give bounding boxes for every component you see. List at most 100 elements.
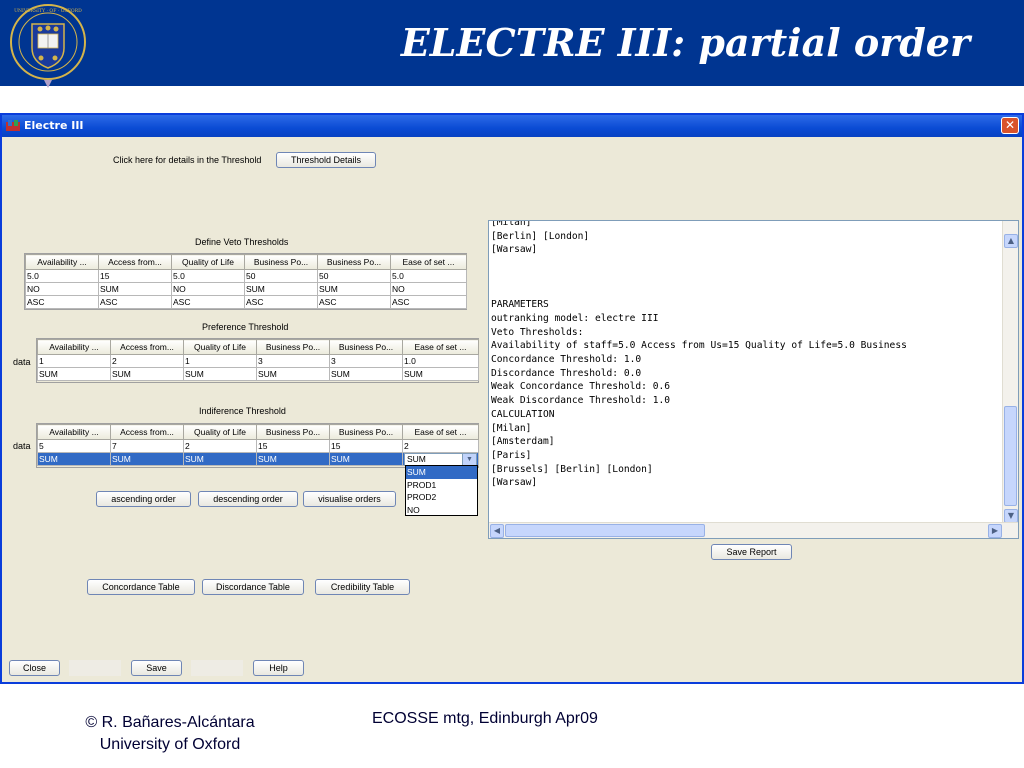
table-cell[interactable]: SUM [98,282,172,296]
horizontal-scroll-thumb[interactable] [505,524,705,537]
report-text[interactable]: [Milan] [Berlin] [London] [Warsaw] PARAM… [491,221,907,490]
table-cell[interactable]: ASC [317,295,391,309]
table-cell[interactable]: 50 [317,269,391,283]
vertical-scroll-thumb[interactable] [1004,406,1017,506]
table-row[interactable]: 1 2 1 3 3 1.0 [37,354,479,368]
table-cell[interactable]: NO [390,282,467,296]
indifference-col-header[interactable]: Business Po... [256,424,330,440]
preference-col-header[interactable]: Ease of set ... [402,339,479,355]
scroll-right-icon[interactable]: ▶ [988,524,1002,538]
veto-col-header[interactable]: Ease of set ... [390,254,467,270]
table-cell[interactable]: ASC [390,295,467,309]
table-cell[interactable]: 5.0 [171,269,245,283]
table-cell[interactable]: SUM [110,367,184,381]
table-cell[interactable]: ASC [98,295,172,309]
aggregation-dropdown-list[interactable]: SUM PROD1 PROD2 NO [405,465,478,516]
app-icon [6,120,20,131]
veto-header-row: Availability ... Access from... Quality … [25,254,467,270]
table-cell[interactable]: ASC [171,295,245,309]
veto-col-header[interactable]: Business Po... [244,254,318,270]
scroll-left-icon[interactable]: ◀ [490,524,504,538]
table-cell[interactable]: SUM [329,452,403,466]
dropdown-option[interactable]: PROD1 [406,479,477,492]
table-cell[interactable]: 3 [329,354,403,368]
table-row[interactable]: SUM SUM SUM SUM SUM SUM [37,367,479,381]
veto-col-header[interactable]: Business Po... [317,254,391,270]
table-cell[interactable]: 1 [183,354,257,368]
visualise-orders-button[interactable]: visualise orders [303,491,396,507]
preference-col-header[interactable]: Business Po... [256,339,330,355]
ascending-order-button[interactable]: ascending order [96,491,191,507]
preference-col-header[interactable]: Availability ... [37,339,111,355]
table-cell[interactable]: 1.0 [402,354,479,368]
report-line: Veto Thresholds: [491,326,584,338]
table-row[interactable]: 5 7 2 15 15 2 [37,439,479,453]
credibility-table-button[interactable]: Credibility Table [315,579,410,595]
table-cell[interactable]: 3 [256,354,330,368]
table-cell[interactable]: 5.0 [390,269,467,283]
table-cell[interactable]: ASC [244,295,318,309]
table-cell[interactable]: SUM [37,367,111,381]
chevron-down-icon[interactable]: ▼ [462,454,476,465]
table-row[interactable]: NO SUM NO SUM SUM NO [25,282,467,296]
table-cell[interactable]: 7 [110,439,184,453]
window-titlebar[interactable]: Electre III ✕ [2,115,1022,137]
dropdown-option[interactable]: PROD2 [406,491,477,504]
descending-order-button[interactable]: descending order [198,491,298,507]
veto-col-header[interactable]: Availability ... [25,254,99,270]
table-cell[interactable]: SUM [317,282,391,296]
table-cell[interactable]: 5.0 [25,269,99,283]
veto-col-header[interactable]: Access from... [98,254,172,270]
indifference-col-header[interactable]: Quality of Life [183,424,257,440]
table-cell[interactable]: SUM [329,367,403,381]
table-cell[interactable]: 15 [329,439,403,453]
table-cell[interactable]: 1 [37,354,111,368]
dropdown-option[interactable]: NO [406,504,477,517]
veto-col-header[interactable]: Quality of Life [171,254,245,270]
dropdown-option[interactable]: SUM [406,466,477,479]
vertical-scrollbar[interactable]: ▲ ▼ [1002,221,1018,524]
table-cell[interactable]: 2 [110,354,184,368]
help-button[interactable]: Help [253,660,304,676]
table-cell[interactable]: NO [171,282,245,296]
table-cell[interactable]: SUM [183,367,257,381]
table-cell[interactable]: 5 [37,439,111,453]
report-text-area[interactable]: [Milan] [Berlin] [London] [Warsaw] PARAM… [488,220,1019,539]
discordance-table-button[interactable]: Discordance Table [202,579,304,595]
preference-col-header[interactable]: Access from... [110,339,184,355]
table-cell[interactable]: SUM [110,452,184,466]
horizontal-scrollbar[interactable]: ◀ ▶ [489,522,1018,538]
table-cell[interactable]: 15 [256,439,330,453]
table-row[interactable]: ASC ASC ASC ASC ASC ASC [25,295,467,309]
table-cell[interactable]: ASC [25,295,99,309]
save-report-button[interactable]: Save Report [711,544,792,560]
concordance-table-button[interactable]: Concordance Table [87,579,195,595]
save-button[interactable]: Save [131,660,182,676]
scroll-up-icon[interactable]: ▲ [1004,234,1018,248]
table-cell[interactable]: SUM [37,452,111,466]
table-cell[interactable]: 15 [98,269,172,283]
table-cell[interactable]: 2 [183,439,257,453]
veto-table[interactable]: Availability ... Access from... Quality … [25,254,467,309]
indifference-col-header[interactable]: Ease of set ... [402,424,479,440]
table-cell[interactable]: SUM [244,282,318,296]
table-cell[interactable]: NO [25,282,99,296]
table-row[interactable]: 5.0 15 5.0 50 50 5.0 [25,269,467,283]
preference-col-header[interactable]: Quality of Life [183,339,257,355]
preference-table[interactable]: Availability ... Access from... Quality … [37,339,479,381]
threshold-details-button[interactable]: Threshold Details [276,152,376,168]
preference-title: Preference Threshold [202,322,289,332]
indifference-col-header[interactable]: Business Po... [329,424,403,440]
table-cell[interactable]: 2 [402,439,479,453]
table-cell[interactable]: 50 [244,269,318,283]
indifference-col-header[interactable]: Availability ... [37,424,111,440]
table-cell[interactable]: SUM [256,367,330,381]
indifference-col-header[interactable]: Access from... [110,424,184,440]
table-cell[interactable]: SUM [402,367,479,381]
preference-col-header[interactable]: Business Po... [329,339,403,355]
table-cell[interactable]: SUM [256,452,330,466]
window-close-icon[interactable]: ✕ [1001,117,1019,134]
table-cell[interactable]: SUM [183,452,257,466]
scroll-down-icon[interactable]: ▼ [1004,509,1018,523]
close-button[interactable]: Close [9,660,60,676]
